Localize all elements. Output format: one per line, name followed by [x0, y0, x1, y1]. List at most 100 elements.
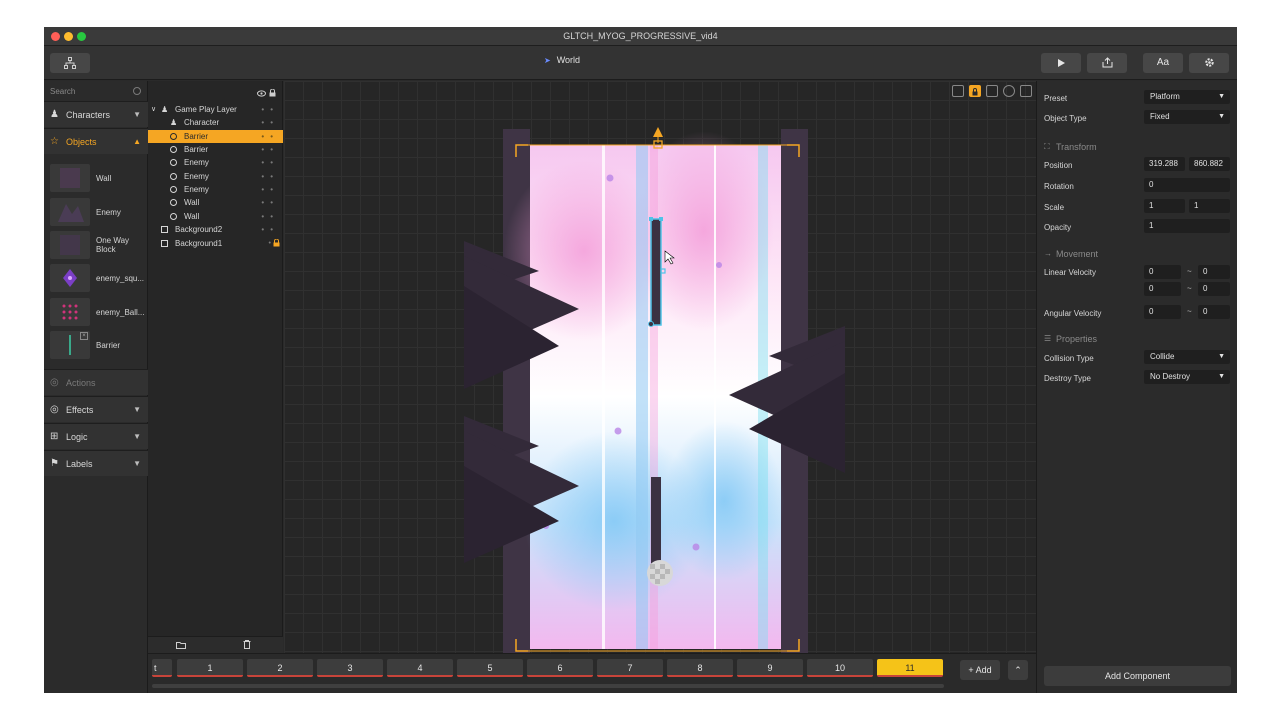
opacity-field[interactable]: 1 [1144, 219, 1230, 233]
collision-type-dropdown[interactable]: Collide ▼ [1144, 350, 1230, 364]
angular-velocity-min[interactable]: 0 [1144, 305, 1181, 319]
layer-wall[interactable]: Wall •• [148, 196, 283, 209]
game-scene-view[interactable] [284, 81, 1036, 653]
timeline-step[interactable]: 5 [457, 659, 523, 677]
transform-section[interactable]: ⛶ Transform [1044, 142, 1097, 152]
minimize-window-button[interactable] [64, 32, 73, 41]
timeline-step[interactable]: 6 [527, 659, 593, 677]
camera-up-handle[interactable] [653, 127, 663, 137]
layer-enemy[interactable]: Enemy •• [148, 170, 283, 183]
layer-toggle-dots[interactable]: •• [261, 116, 279, 129]
category-objects[interactable]: ☆ Objects ▲ [44, 128, 148, 154]
timeline-step[interactable]: 7 [597, 659, 663, 677]
layer-wall[interactable]: Wall •• [148, 210, 283, 223]
layers-panel: ∨ ♟ Game Play Layer •• ♟ Character •• Ba… [148, 81, 283, 653]
layer-toggle-dots[interactable]: •• [261, 143, 279, 156]
layer-toggle-dots[interactable]: •• [261, 130, 279, 143]
layer-toggle-dots[interactable]: •• [261, 223, 279, 236]
timeline-scrollbar[interactable] [152, 684, 944, 688]
layer-enemy[interactable]: Enemy •• [148, 183, 283, 196]
lock-icon[interactable] [273, 239, 280, 247]
scale-x-field[interactable]: 1 [1144, 199, 1185, 213]
play-button[interactable] [1041, 53, 1081, 73]
add-component-button[interactable]: Add Component [1044, 666, 1231, 686]
object-type-dropdown[interactable]: Fixed ▼ [1144, 110, 1230, 124]
title-bar: GLTCH_MYOG_PROGRESSIVE_vid4 [44, 27, 1237, 46]
timeline-step[interactable]: 9 [737, 659, 803, 677]
linear-velocity-x-max[interactable]: 0 [1198, 265, 1230, 279]
category-effects[interactable]: ◎ Effects ▼ [44, 396, 148, 422]
sliders-icon: ☰ [1044, 334, 1052, 343]
linear-velocity-y-min[interactable]: 0 [1144, 282, 1181, 296]
breadcrumb[interactable]: ➤ World [544, 55, 580, 65]
timeline-step-active[interactable]: 11 [877, 659, 943, 677]
object-enemy-ball[interactable]: enemy_Ball... [50, 298, 146, 326]
layer-enemy[interactable]: Enemy •• [148, 156, 283, 169]
visibility-dot[interactable]: • [269, 237, 271, 250]
search-input[interactable]: Search [48, 83, 144, 100]
position-y-field[interactable]: 860.882 [1189, 157, 1230, 171]
rotation-field[interactable]: 0 [1144, 178, 1230, 192]
play-icon [1057, 59, 1065, 67]
layer-toggle-dots[interactable]: •• [261, 210, 279, 223]
destroy-type-label: Destroy Type [1044, 374, 1091, 383]
share-button[interactable] [1087, 53, 1127, 73]
lock-icon[interactable] [269, 89, 276, 97]
movement-section[interactable]: → Movement [1044, 249, 1098, 259]
barrier-selected[interactable] [651, 219, 661, 325]
category-logic[interactable]: ⊞ Logic ▼ [44, 423, 148, 449]
timeline-step[interactable]: 2 [247, 659, 313, 677]
object-one-way-block[interactable]: One Way Block [50, 231, 146, 259]
folder-icon[interactable] [176, 641, 186, 649]
world-arrow-icon: ➤ [544, 56, 551, 65]
timeline-step[interactable]: 8 [667, 659, 733, 677]
layer-barrier[interactable]: Barrier •• [148, 143, 283, 156]
object-enemy-square[interactable]: enemy_squ... [50, 264, 146, 292]
properties-section[interactable]: ☰ Properties [1044, 334, 1097, 344]
timeline-step-partial[interactable]: t [152, 659, 172, 677]
layer-barrier-selected[interactable]: Barrier •• [148, 130, 283, 143]
wall-thumbnail [50, 164, 90, 192]
layer-toggle-dots[interactable]: •• [261, 183, 279, 196]
object-barrier[interactable]: × Barrier [50, 331, 146, 359]
position-x-field[interactable]: 319.288 [1144, 157, 1185, 171]
object-enemy[interactable]: Enemy [50, 198, 146, 226]
layer-toggle-dots[interactable]: •• [261, 170, 279, 183]
object-label: enemy_squ... [96, 273, 145, 283]
eye-icon[interactable] [257, 90, 266, 97]
barrier[interactable] [651, 477, 661, 567]
layer-game-play[interactable]: ∨ ♟ Game Play Layer •• [148, 103, 283, 116]
chevron-down-icon[interactable]: ∨ [151, 103, 156, 116]
category-characters[interactable]: ♟ Characters ▼ [44, 101, 148, 127]
timeline-step[interactable]: 1 [177, 659, 243, 677]
font-button[interactable]: Aa [1143, 53, 1183, 73]
close-icon[interactable]: × [80, 332, 88, 340]
timeline-step[interactable]: 4 [387, 659, 453, 677]
scale-y-field[interactable]: 1 [1189, 199, 1230, 213]
category-actions[interactable]: ◎ Actions [44, 369, 148, 395]
object-wall[interactable]: Wall [50, 164, 146, 192]
layer-background1[interactable]: Background1 • [148, 237, 283, 250]
zoom-window-button[interactable] [77, 32, 86, 41]
category-labels[interactable]: ⚑ Labels ▼ [44, 450, 148, 476]
scene-canvas[interactable] [284, 81, 1036, 653]
linear-velocity-y-max[interactable]: 0 [1198, 282, 1230, 296]
layer-toggle-dots[interactable]: •• [261, 196, 279, 209]
layer-toggle-dots[interactable]: •• [261, 103, 279, 116]
trash-icon[interactable] [243, 640, 251, 649]
hierarchy-button[interactable] [50, 53, 90, 73]
layer-toggle-dots[interactable]: •• [261, 156, 279, 169]
close-window-button[interactable] [51, 32, 60, 41]
linear-velocity-x-min[interactable]: 0 [1144, 265, 1181, 279]
preset-dropdown[interactable]: Platform ▼ [1144, 90, 1230, 104]
add-step-button[interactable]: + Add [960, 660, 1000, 680]
timeline-step[interactable]: 3 [317, 659, 383, 677]
expand-timeline-button[interactable]: ⌃ [1008, 660, 1028, 680]
layer-character[interactable]: ♟ Character •• [148, 116, 283, 129]
destroy-type-dropdown[interactable]: No Destroy ▼ [1144, 370, 1230, 384]
timeline-step[interactable]: 10 [807, 659, 873, 677]
settings-button[interactable] [1189, 53, 1229, 73]
chevron-down-icon: ▼ [133, 432, 141, 441]
angular-velocity-max[interactable]: 0 [1198, 305, 1230, 319]
layer-background2[interactable]: Background2 •• [148, 223, 283, 236]
